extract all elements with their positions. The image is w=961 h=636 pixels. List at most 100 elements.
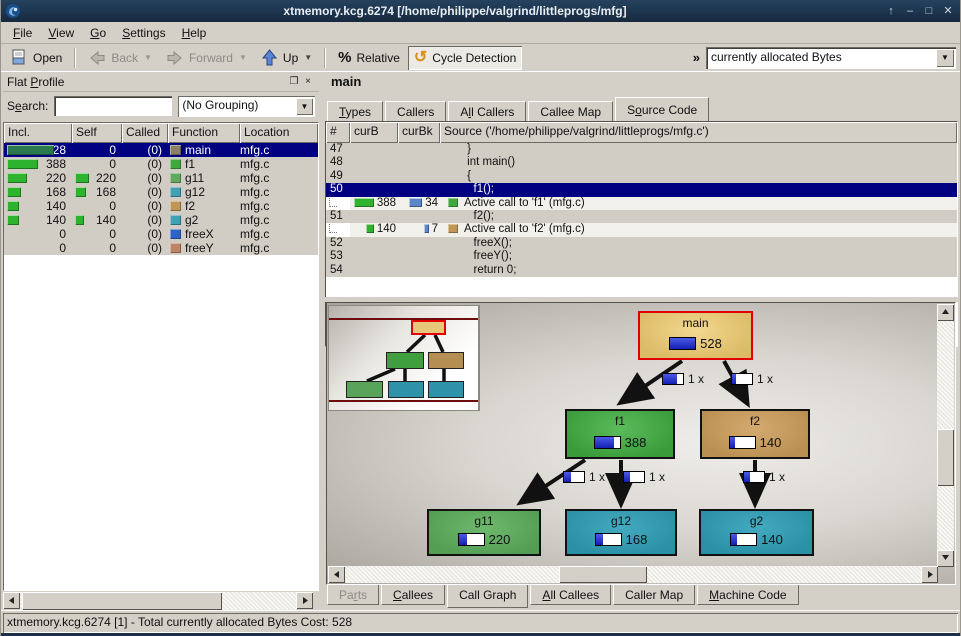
- close-button[interactable]: ✕: [940, 4, 956, 19]
- table-row-main[interactable]: 5280(0)mainmfg.c: [4, 143, 318, 157]
- dock-float-icon[interactable]: ❐: [287, 76, 301, 87]
- source-line-49[interactable]: 49 {: [326, 170, 957, 183]
- bottom-tab-machine-code[interactable]: Machine Code: [697, 585, 798, 605]
- call-color-swatch: [448, 198, 458, 207]
- search-input[interactable]: [54, 96, 172, 116]
- column-header-called[interactable]: Called: [122, 123, 168, 143]
- dock-close-icon[interactable]: ×: [301, 76, 315, 87]
- graph-node-g2[interactable]: g2140: [699, 509, 814, 556]
- graph-hscrollbar[interactable]: [328, 566, 938, 583]
- source-call-row[interactable]: 1407Active call to 'f2' (mfg.c): [326, 223, 957, 236]
- maximize-button[interactable]: □: [921, 4, 937, 19]
- table-row-freeY[interactable]: 00(0)freeYmfg.c: [4, 241, 318, 255]
- scroll-right-icon[interactable]: [296, 592, 313, 609]
- column-header-self[interactable]: Self: [72, 123, 122, 143]
- graph-overview-minimap[interactable]: [328, 305, 480, 411]
- scroll-left-icon[interactable]: [3, 592, 20, 609]
- menu-item-view[interactable]: View: [40, 24, 82, 42]
- scrollbar-thumb[interactable]: [22, 592, 222, 610]
- source-call-row[interactable]: 38834Active call to 'f1' (mfg.c): [326, 197, 957, 210]
- open-button[interactable]: Open: [5, 46, 68, 70]
- graph-node-g12[interactable]: g12168: [565, 509, 677, 556]
- source-column-header-2[interactable]: curBk: [398, 122, 440, 143]
- tab-callee-map[interactable]: Callee Map: [528, 101, 613, 121]
- call-graph-panel[interactable]: main528 f1388 f2140 g11220 g12168 g2140 1 x 1 …: [326, 302, 956, 585]
- bottom-tab-call-graph[interactable]: Call Graph: [447, 585, 528, 608]
- edge-call-count: 1 x: [589, 470, 605, 484]
- source-line-51[interactable]: 51 f2();: [326, 210, 957, 223]
- source-line-50[interactable]: 50 f1();: [326, 183, 957, 196]
- table-row-f1[interactable]: 3880(0)f1mfg.c: [4, 157, 318, 171]
- combo-arrow-icon[interactable]: ▼: [936, 49, 954, 67]
- source-column-header-1[interactable]: curB: [350, 122, 398, 143]
- forward-dropdown-icon[interactable]: ▼: [239, 53, 247, 62]
- up-button[interactable]: Up ▼: [255, 46, 318, 70]
- grouping-arrow-icon[interactable]: ▼: [296, 98, 313, 115]
- bottom-tab-all-callees[interactable]: All Callees: [530, 585, 611, 605]
- column-header-function[interactable]: Function: [168, 123, 240, 143]
- node-cost-bar-fill: [459, 534, 467, 545]
- scroll-left-icon[interactable]: [328, 566, 345, 583]
- cycle-detection-button[interactable]: ↺ Cycle Detection: [408, 46, 522, 70]
- graph-node-main[interactable]: main528: [638, 311, 753, 360]
- tab-all-callers[interactable]: All Callers: [448, 101, 526, 121]
- scrollbar-track[interactable]: [345, 566, 921, 583]
- minimize-button[interactable]: –: [902, 4, 918, 19]
- source-line-54[interactable]: 54 return 0;: [326, 264, 957, 277]
- event-type-combo[interactable]: currently allocated Bytes ▼: [706, 47, 956, 69]
- tab-types[interactable]: Types: [327, 101, 383, 121]
- relative-button[interactable]: % Relative: [332, 46, 406, 70]
- source-line-52[interactable]: 52 freeX();: [326, 237, 957, 250]
- scrollbar-track[interactable]: [937, 321, 954, 550]
- edge-cost-bar-fill: [744, 472, 750, 482]
- back-button[interactable]: Back ▼: [82, 46, 158, 70]
- tab-source-code[interactable]: Source Code: [615, 97, 709, 121]
- source-line-48[interactable]: 48 int main(): [326, 156, 957, 169]
- table-row-freeX[interactable]: 00(0)freeXmfg.c: [4, 227, 318, 241]
- scroll-right-icon[interactable]: [921, 566, 938, 583]
- node-cost-bar-fill: [730, 437, 736, 448]
- edge-label-3: 1 x: [623, 470, 665, 484]
- menu-item-settings[interactable]: Settings: [114, 24, 173, 42]
- source-line-47[interactable]: 47 }: [326, 143, 957, 156]
- graph-vscrollbar[interactable]: [937, 304, 954, 567]
- source-line-53[interactable]: 53 freeY();: [326, 250, 957, 263]
- location-cell: mfg.c: [240, 227, 318, 241]
- menu-item-help[interactable]: Help: [174, 24, 215, 42]
- source-column-header-0[interactable]: #: [326, 122, 350, 143]
- column-header-location[interactable]: Location: [240, 123, 318, 143]
- table-row-g2[interactable]: 140140(0)g2mfg.c: [4, 213, 318, 227]
- scroll-up-icon[interactable]: [937, 304, 954, 321]
- toolbar-overflow-chevron[interactable]: »: [689, 50, 704, 65]
- menu-item-file[interactable]: File: [5, 24, 40, 42]
- code-cell: }: [440, 143, 957, 156]
- tab-callers[interactable]: Callers: [385, 101, 446, 121]
- source-column-header-3[interactable]: Source ('/home/philippe/valgrind/littlep…: [440, 122, 957, 143]
- column-header-incl[interactable]: Incl.: [4, 123, 72, 143]
- table-row-g12[interactable]: 168168(0)g12mfg.c: [4, 185, 318, 199]
- grouping-combo[interactable]: (No Grouping) ▼: [178, 96, 315, 117]
- menu-item-go[interactable]: Go: [82, 24, 114, 42]
- bottom-tab-callees[interactable]: Callees: [381, 585, 445, 605]
- edge-call-count: 1 x: [649, 470, 665, 484]
- minimap-node-3: [346, 381, 383, 398]
- flat-profile-hscrollbar[interactable]: [3, 592, 313, 610]
- forward-button[interactable]: Forward ▼: [160, 46, 253, 70]
- graph-node-f1[interactable]: f1388: [565, 409, 675, 459]
- up-dropdown-icon[interactable]: ▼: [304, 53, 312, 62]
- app-icon: [5, 3, 21, 19]
- scrollbar-thumb[interactable]: [559, 566, 647, 583]
- bottom-tab-caller-map[interactable]: Caller Map: [613, 585, 695, 605]
- table-row-g11[interactable]: 220220(0)g11mfg.c: [4, 171, 318, 185]
- tree-branch: [326, 223, 350, 236]
- keep-above-button[interactable]: ↑: [883, 4, 899, 19]
- table-row-f2[interactable]: 1400(0)f2mfg.c: [4, 199, 318, 213]
- scrollbar-thumb[interactable]: [937, 429, 954, 486]
- flat-profile-table: Incl.SelfCalledFunctionLocation 5280(0)m…: [3, 122, 319, 591]
- scrollbar-track[interactable]: [20, 592, 296, 610]
- graph-node-f2[interactable]: f2140: [700, 409, 810, 459]
- back-dropdown-icon[interactable]: ▼: [144, 53, 152, 62]
- function-cell: main: [168, 143, 240, 157]
- graph-node-g11[interactable]: g11220: [427, 509, 541, 556]
- scroll-down-icon[interactable]: [937, 550, 954, 567]
